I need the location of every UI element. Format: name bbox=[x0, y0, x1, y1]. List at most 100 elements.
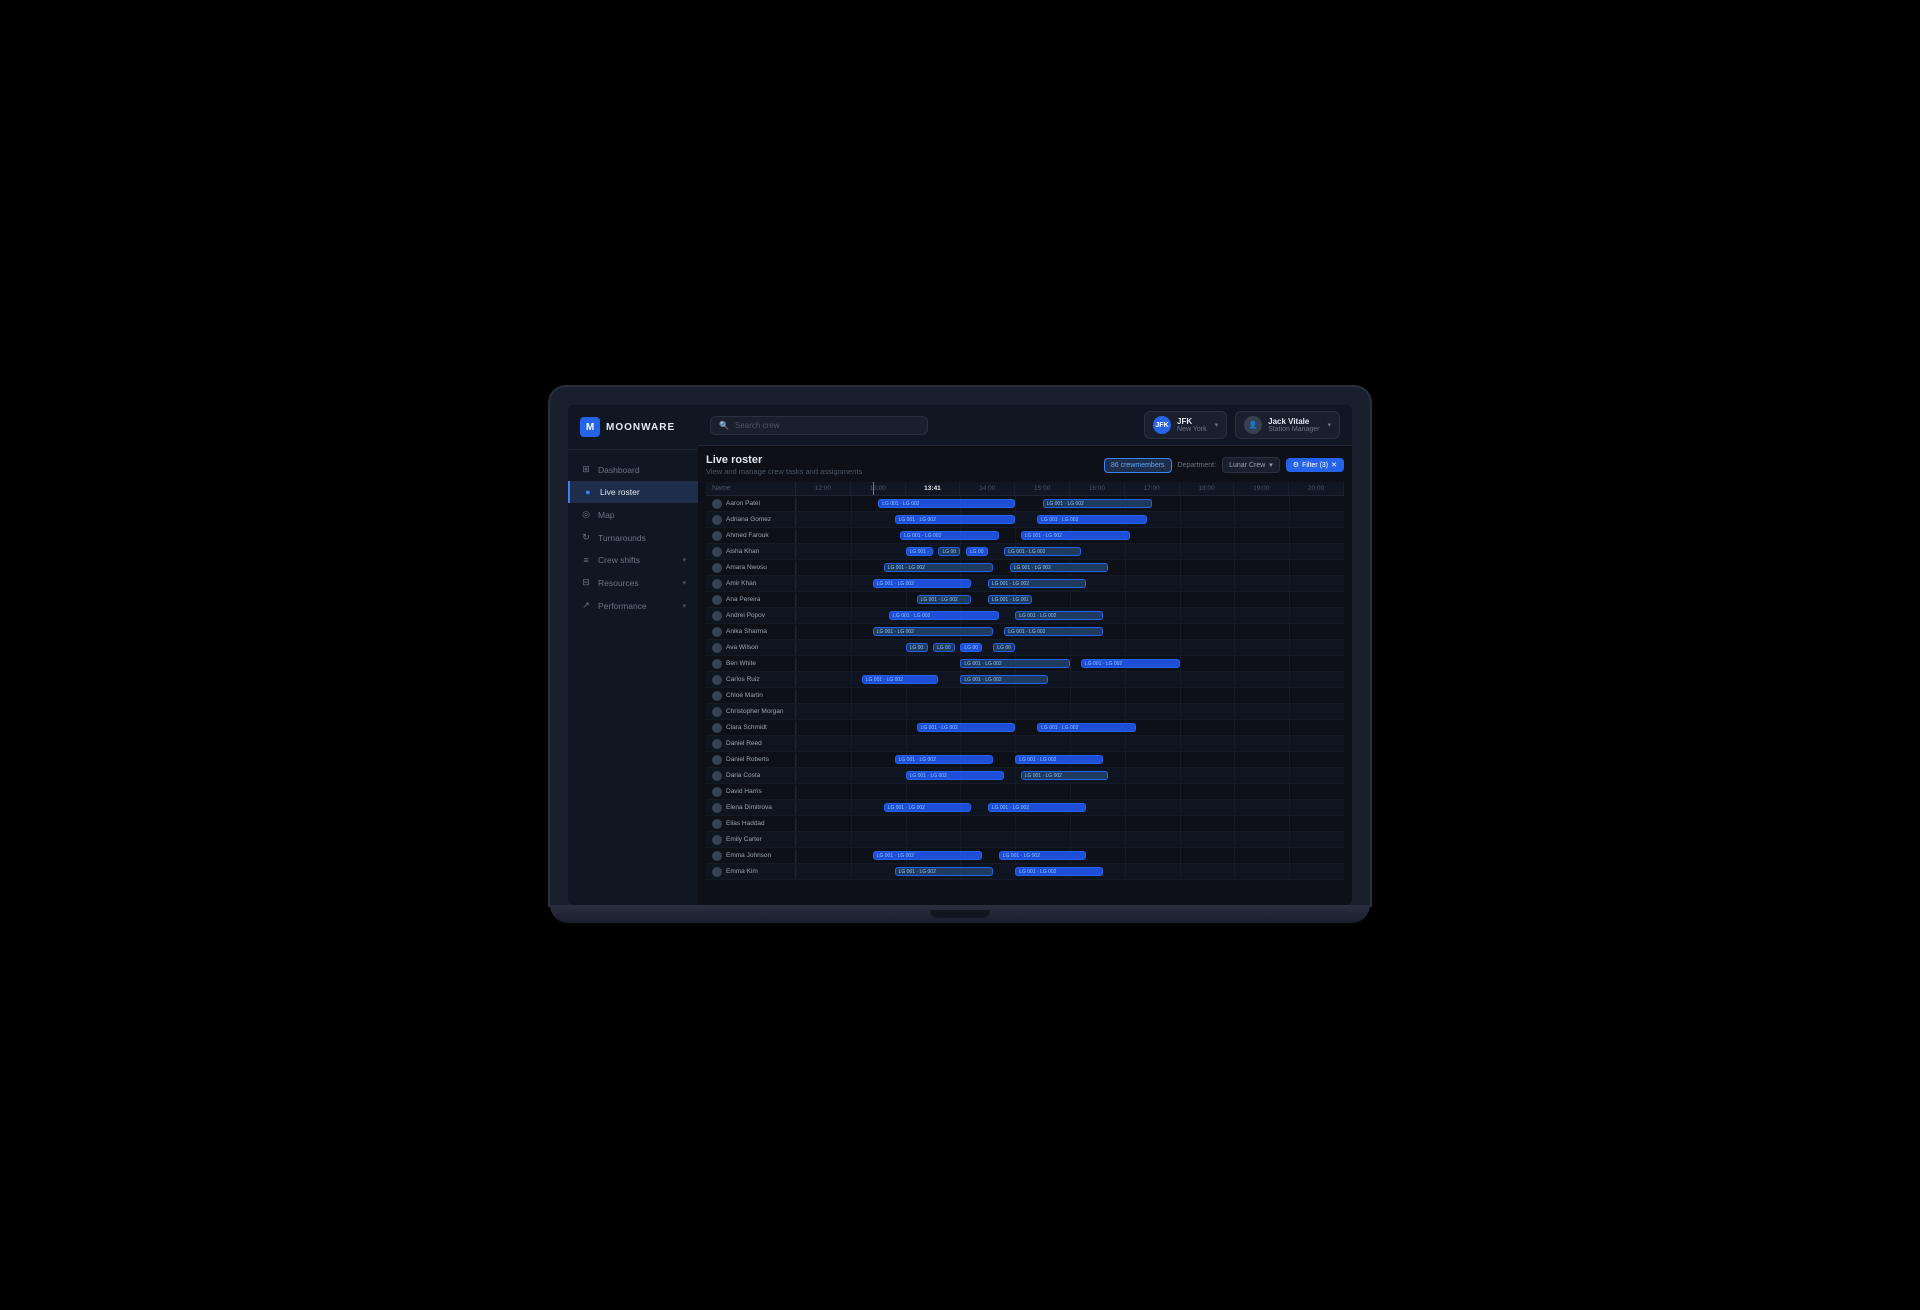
table-row[interactable]: Christopher Morgan bbox=[706, 704, 1344, 720]
shift-block[interactable]: LG 001 · LG 002 bbox=[873, 579, 972, 588]
user-badge[interactable]: 👤 Jack Vitale Station Manager ▾ bbox=[1235, 411, 1340, 439]
table-row[interactable]: Clara SchmidtLG 001 · LG 002LG 001 · LG … bbox=[706, 720, 1344, 736]
crew-name-cell: Elias Haddad bbox=[706, 817, 796, 831]
shift-block[interactable]: LG 001 · LG 002 bbox=[917, 723, 1016, 732]
sidebar-item-live-roster[interactable]: ● Live roster bbox=[568, 481, 698, 503]
shift-block[interactable]: LG 001 · LG 002 bbox=[884, 803, 972, 812]
shift-block[interactable]: LG 001 · LG 002 bbox=[906, 547, 933, 556]
department-select[interactable]: Lunar Crew ▾ bbox=[1222, 457, 1280, 473]
table-row[interactable]: Elena DimitrovaLG 001 · LG 002LG 001 · L… bbox=[706, 800, 1344, 816]
shift-block[interactable]: LG 001 · LG 002 bbox=[917, 595, 972, 604]
shift-block[interactable]: LG 001 · LG 002 bbox=[895, 867, 994, 876]
table-row[interactable]: Emma KimLG 001 · LG 002LG 001 · LG 002 bbox=[706, 864, 1344, 880]
search-placeholder: Search crew bbox=[735, 421, 779, 430]
shift-block[interactable]: LG 001 · LG 002 bbox=[900, 531, 999, 540]
shift-block[interactable]: LG 001 · LG 002 bbox=[1037, 723, 1136, 732]
shift-block[interactable]: LG 001 · LG 002 bbox=[906, 771, 1005, 780]
shift-block[interactable]: LG 001 · LG 002 bbox=[1021, 531, 1131, 540]
table-row[interactable]: David Harris bbox=[706, 784, 1344, 800]
row-timeline: LG 001 · LG 002 LG 001 · LG 002 bbox=[796, 656, 1344, 671]
crew-name-cell: Amir Khan bbox=[706, 577, 796, 591]
shift-block[interactable]: LG 001 · LG 002 bbox=[862, 675, 939, 684]
shift-block[interactable]: LG 001 · LG 002 bbox=[889, 611, 999, 620]
shift-block[interactable]: LG 001 · LG 002 bbox=[878, 499, 1015, 508]
airport-badge[interactable]: JFK JFK New York ▾ bbox=[1144, 411, 1227, 439]
crew-name-cell: Ana Pereira bbox=[706, 593, 796, 607]
table-row[interactable]: Ahmed FaroukLG 001 · LG 002LG 001 · LG 0… bbox=[706, 528, 1344, 544]
shift-block[interactable]: LG 001 · LG 002 bbox=[1010, 563, 1109, 572]
shift-block[interactable]: LG 001 · LG 002 bbox=[960, 643, 982, 652]
crew-name-cell: Christopher Morgan bbox=[706, 705, 796, 719]
shift-block[interactable]: LG 001 · LG 002 bbox=[1015, 867, 1103, 876]
sidebar-item-turnarounds[interactable]: ↻ Turnarounds bbox=[568, 526, 698, 549]
table-row[interactable]: Aisha Khan LG 001 · LG 002 LG 001 · LG 002… bbox=[706, 544, 1344, 560]
avatar bbox=[712, 595, 722, 605]
avatar bbox=[712, 579, 722, 589]
table-row[interactable]: Andrei PopovLG 001 · LG 002LG 001 · LG 0… bbox=[706, 608, 1344, 624]
shift-label: LG 001 · LG 002 bbox=[992, 805, 1029, 811]
shift-label: LG 001 · LG 002 bbox=[899, 517, 936, 523]
crew-name: Amir Khan bbox=[726, 580, 756, 587]
crew-name: Ava Wilson bbox=[726, 644, 758, 651]
shift-label: LG 001 · LG 002 bbox=[921, 725, 958, 731]
dept-chevron-icon: ▾ bbox=[1269, 461, 1273, 469]
sidebar-item-label: Resources bbox=[598, 578, 639, 588]
roster-subtitle: View and manage crew tasks and assignmen… bbox=[706, 467, 862, 476]
shift-block[interactable]: LG 001 · LG 002 bbox=[1004, 627, 1103, 636]
shift-block[interactable]: LG 001 · LG 002 bbox=[993, 643, 1015, 652]
table-row[interactable]: Chloe Martin bbox=[706, 688, 1344, 704]
shift-label: LG 001 · LG 002 bbox=[964, 677, 1001, 683]
shift-block[interactable]: LG 001 · LG 002 bbox=[999, 851, 1087, 860]
sidebar-item-crew-shifts[interactable]: ≡ Crew shifts ▾ bbox=[568, 549, 698, 571]
filter-button[interactable]: ⚙ Filter (3) ✕ bbox=[1286, 458, 1344, 472]
sidebar-item-map[interactable]: ◎ Map bbox=[568, 503, 698, 526]
table-row[interactable]: Ben WhiteLG 001 · LG 002LG 001 · LG 002 bbox=[706, 656, 1344, 672]
shift-block[interactable]: LG 001 · LG 002 bbox=[884, 563, 994, 572]
shift-block[interactable]: LG 001 · LG 002 bbox=[1037, 515, 1147, 524]
shift-block[interactable]: LG 001 · LG 002 bbox=[1004, 547, 1081, 556]
shift-block[interactable]: LG 001 · LG 002 bbox=[1043, 499, 1153, 508]
table-row[interactable]: Emily Carter bbox=[706, 832, 1344, 848]
shift-block[interactable]: LG 001 · LG 002 bbox=[873, 627, 994, 636]
table-row[interactable]: Amara NwosuLG 001 · LG 002LG 001 · LG 00… bbox=[706, 560, 1344, 576]
crew-name: Aisha Khan bbox=[726, 548, 759, 555]
shift-block[interactable]: LG 001 · LG 002 bbox=[1015, 611, 1103, 620]
shift-block[interactable]: LG 001 · LG 002 bbox=[960, 659, 1070, 668]
shift-block[interactable]: LG 001 · LG 002 bbox=[1081, 659, 1180, 668]
sidebar-item-dashboard[interactable]: ⊞ Dashboard bbox=[568, 458, 698, 481]
chevron-down-icon: ▾ bbox=[682, 556, 686, 564]
table-row[interactable]: Daniel RobertsLG 001 · LG 002LG 001 · LG… bbox=[706, 752, 1344, 768]
table-row[interactable]: Anika SharmaLG 001 · LG 002LG 001 · LG 0… bbox=[706, 624, 1344, 640]
shift-block[interactable]: LG 001 · LG 002 bbox=[895, 755, 994, 764]
shift-block[interactable]: LG 001 · LG 002 bbox=[988, 579, 1087, 588]
shift-block[interactable]: LG 001 · LG 002 bbox=[933, 643, 955, 652]
shift-block[interactable]: LG 001 · LG 002 bbox=[873, 851, 983, 860]
table-row[interactable]: Aaron PatelLG 001 · LG 002LG 001 · LG 00… bbox=[706, 496, 1344, 512]
sidebar-item-resources[interactable]: ⊟ Resources ▾ bbox=[568, 571, 698, 594]
row-timeline bbox=[796, 688, 1344, 703]
shift-block[interactable]: LG 001 · LG 002 bbox=[906, 643, 928, 652]
table-row[interactable]: Daniel Reed bbox=[706, 736, 1344, 752]
shift-block[interactable]: LG 001 · LG 002 bbox=[960, 675, 1048, 684]
table-row[interactable]: Ava Wilson LG 001 · LG 002 LG 001 · LG 002… bbox=[706, 640, 1344, 656]
table-row[interactable]: Amir Khan LG 001 · LG 002 LG 001 · LG 002 bbox=[706, 576, 1344, 592]
shift-block[interactable]: LG 001 · LG 002 bbox=[1021, 771, 1109, 780]
crew-name-cell: Aisha Khan bbox=[706, 545, 796, 559]
table-row[interactable]: Daria CostaLG 001 · LG 002LG 001 · LG 00… bbox=[706, 768, 1344, 784]
shift-block[interactable]: LG 001 · LG 002 bbox=[938, 547, 960, 556]
row-timeline bbox=[796, 832, 1344, 847]
table-row[interactable]: Carlos RuizLG 001 · LG 002LG 001 · LG 00… bbox=[706, 672, 1344, 688]
shift-block[interactable]: LG 001 · LG 002 bbox=[1015, 755, 1103, 764]
table-row[interactable]: Adriana GomezLG 001 · LG 002LG 001 · LG … bbox=[706, 512, 1344, 528]
table-row[interactable]: Elias Haddad bbox=[706, 816, 1344, 832]
screen-bezel: M MOONWARE ⊞ Dashboard ● Live roster bbox=[550, 387, 1370, 905]
shift-block[interactable]: LG 001 · LG 002 bbox=[988, 595, 1032, 604]
crew-count-button[interactable]: 86 crewmembers bbox=[1104, 458, 1172, 473]
shift-block[interactable]: LG 001 · LG 002 bbox=[895, 515, 1016, 524]
search-bar[interactable]: 🔍 Search crew bbox=[710, 416, 928, 435]
shift-block[interactable]: LG 001 · LG 002 bbox=[988, 803, 1087, 812]
shift-block[interactable]: LG 001 · LG 002 bbox=[966, 547, 988, 556]
sidebar-item-performance[interactable]: ↗ Performance ▾ bbox=[568, 594, 698, 617]
table-row[interactable]: Emma JohnsonLG 001 · LG 002LG 001 · LG 0… bbox=[706, 848, 1344, 864]
table-row[interactable]: Ana Pereira LG 001 · LG 002 LG 001 · LG 00… bbox=[706, 592, 1344, 608]
